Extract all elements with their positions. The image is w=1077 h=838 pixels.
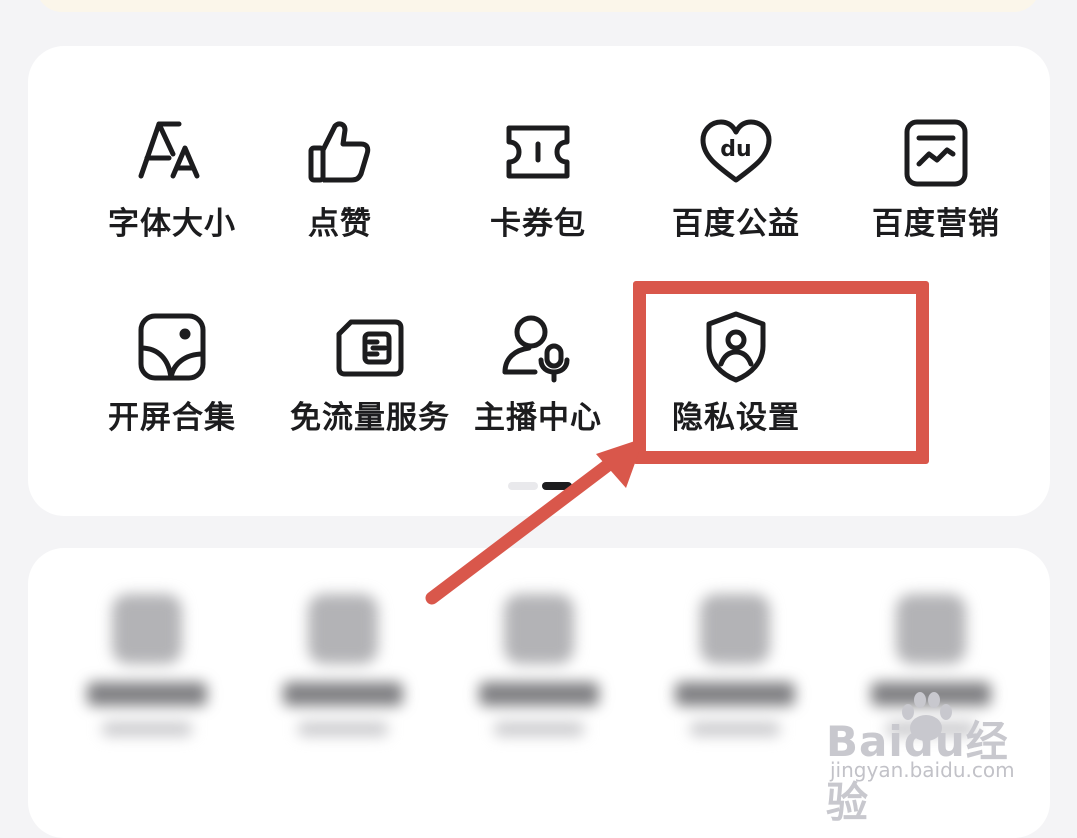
watermark-url: jingyan.baidu.com (830, 758, 1015, 782)
page-indicator (508, 482, 574, 490)
tile-label: 开屏合集 (108, 400, 236, 436)
ticket-icon (499, 114, 577, 192)
sim-card-icon (331, 308, 409, 386)
page-dot (508, 482, 538, 490)
blurred-tile (268, 594, 418, 736)
thumbs-up-icon (301, 114, 379, 192)
anchor-mic-icon (499, 308, 577, 386)
top-banner (36, 0, 1040, 12)
font-size-icon (133, 114, 211, 192)
blurred-tile (72, 594, 222, 736)
blurred-tile (660, 594, 810, 736)
highlight-box (633, 281, 929, 464)
tile-label: 百度营销 (872, 206, 1000, 242)
blurred-tile (464, 594, 614, 736)
tile-anchor-center[interactable]: 主播中心 (438, 308, 638, 468)
heart-du-icon: du (697, 114, 775, 192)
watermark: Baidu经验 jingyan.baidu.com (826, 688, 1026, 827)
chart-card-icon (897, 114, 975, 192)
tile-label: 百度公益 (672, 206, 800, 242)
tile-splash[interactable]: 开屏合集 (72, 308, 272, 468)
tile-marketing[interactable]: 百度营销 (836, 114, 1036, 274)
tile-thumbs-up[interactable]: 点赞 (240, 114, 440, 274)
svg-text:du: du (720, 137, 751, 162)
tile-label: 点赞 (308, 206, 372, 242)
tile-charity[interactable]: du 百度公益 (636, 114, 836, 274)
page-dot-active (542, 482, 572, 490)
tile-label: 卡券包 (490, 206, 586, 242)
tile-ticket[interactable]: 卡券包 (438, 114, 638, 274)
picture-icon (133, 308, 211, 386)
tile-label: 主播中心 (474, 400, 602, 436)
